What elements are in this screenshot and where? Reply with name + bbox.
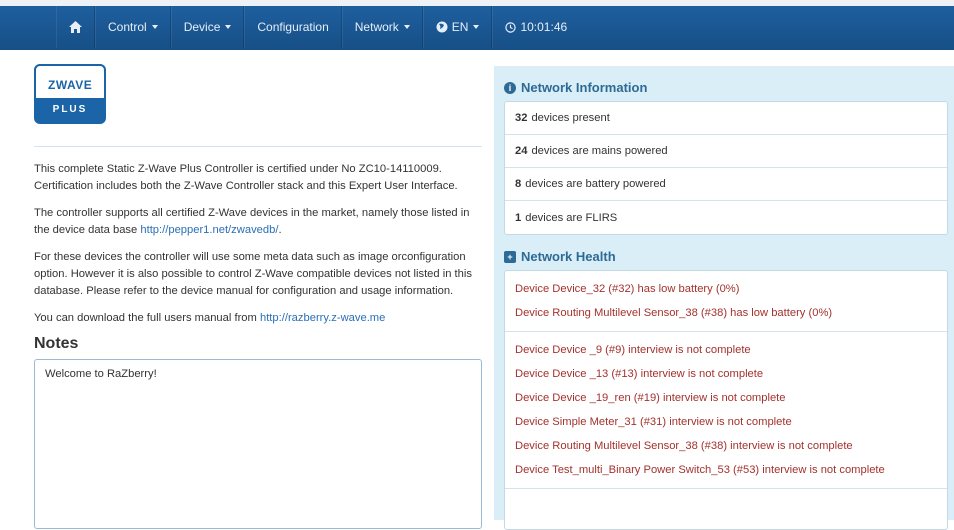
nav-configuration[interactable]: Configuration [244,6,342,48]
network-info-list: 32 devices present 24 devices are mains … [504,101,948,235]
interview-warnings: Device Device _9 (#9) interview is not c… [505,332,947,489]
nav-device-label: Device [183,20,221,34]
logo-brand: ZWAVE [48,78,93,92]
list-item: Device Device _13 (#13) interview is not… [515,368,764,380]
nav-menu: Control Device Configuration Network EN [56,6,579,48]
list-item: Device Routing Multilevel Sensor_38 (#38… [515,307,833,319]
intro-paragraph-3: For these devices the controller will us… [34,251,472,297]
device-db-link[interactable]: http://pepper1.net/zwavedb/ [140,224,278,236]
manual-link[interactable]: http://razberry.z-wave.me [260,312,385,324]
list-item: Device Device _9 (#9) interview is not c… [515,344,751,356]
plus-square-icon: + [504,250,516,263]
nav-language[interactable]: EN [422,6,493,48]
intro-paragraph-2: The controller supports all certified Z-… [34,207,470,236]
clock-icon [505,21,517,33]
devices-present-count: 32 [515,112,528,124]
network-info-heading: i Network Information [504,80,946,95]
battery-warnings: Device Device_32 (#32) has low battery (… [505,271,947,332]
nav-control-label: Control [108,20,147,34]
left-column: ZWAVE PLUS This complete Static Z-Wave P… [34,64,482,529]
list-item: 24 devices are mains powered [505,135,947,168]
clock-time: 10:01:46 [520,20,568,34]
caret-down-icon [225,25,232,29]
network-health-title: Network Health [521,249,616,264]
nav-configuration-label: Configuration [257,20,329,34]
info-icon: i [504,81,516,94]
notes-title: Notes [34,335,79,352]
caret-down-icon [403,25,410,29]
flirs-count: 1 [515,211,522,224]
top-navbar: Control Device Configuration Network EN [0,0,954,50]
zwave-plus-logo: ZWAVE PLUS [34,64,106,124]
list-item: Device Test_multi_Binary Power Switch_53… [515,464,885,476]
notes-textarea[interactable]: Welcome to RaZberry! [34,359,482,529]
nav-control[interactable]: Control [95,6,171,48]
list-item: 32 devices present [505,102,947,135]
intro-paragraph-4: You can download the full users manual f… [34,312,386,324]
globe-icon [436,21,448,33]
caret-down-icon [151,25,158,29]
nav-home[interactable] [56,6,95,48]
nav-device[interactable]: Device [170,6,245,48]
caret-down-icon [473,25,480,29]
intro-paragraph-1: This complete Static Z-Wave Plus Control… [34,163,458,192]
list-item: Device Device_32 (#32) has low battery (… [515,283,740,295]
divider [34,146,482,147]
nav-network-label: Network [354,20,399,34]
mains-powered-count: 24 [515,145,528,157]
logo-sub: PLUS [52,104,88,115]
nav-language-label: EN [451,20,469,34]
home-icon [69,21,82,33]
list-item: Device Simple Meter_31 (#31) interview i… [515,416,792,428]
network-health-heading: + Network Health [504,249,946,264]
list-item: 1 devices are FLIRS [515,211,618,224]
right-panel: i Network Information 32 devices present… [494,66,954,530]
nav-network[interactable]: Network [341,6,423,48]
nav-clock: 10:01:46 [492,6,579,48]
list-item: Device Routing Multilevel Sensor_38 (#38… [515,440,853,452]
list-item: Device Device _19_ren (#19) interview is… [515,392,786,404]
list-item: 8 devices are battery powered [505,168,947,201]
network-info-title: Network Information [521,80,648,95]
battery-powered-count: 8 [515,178,522,190]
network-health-list: Device Device_32 (#32) has low battery (… [504,270,948,530]
